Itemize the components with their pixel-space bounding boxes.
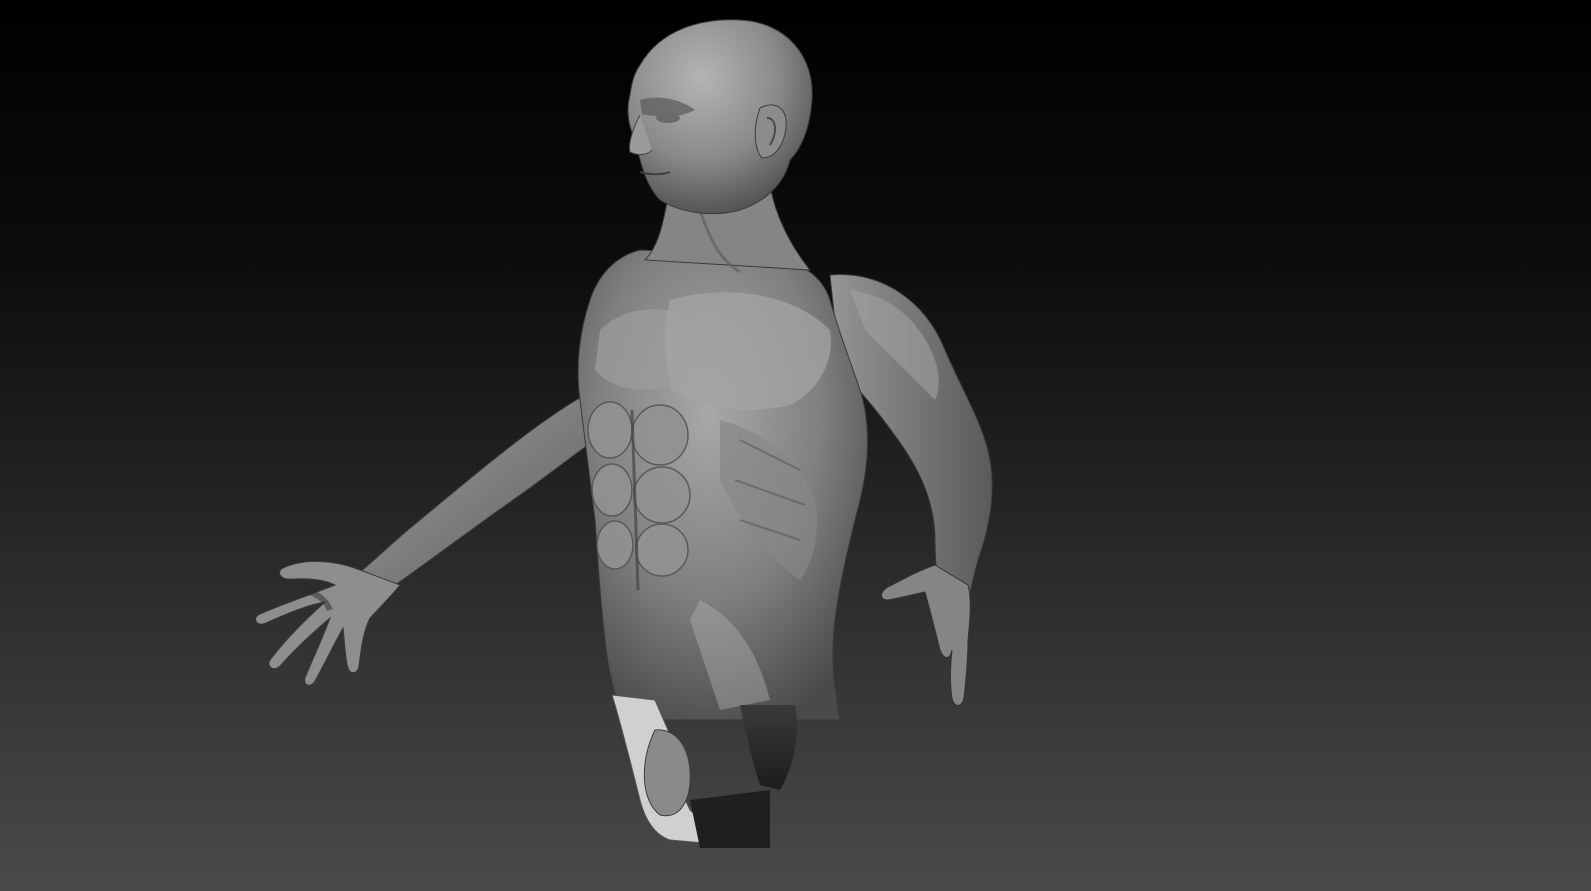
- torso: [577, 249, 868, 721]
- right-hand: [881, 564, 971, 706]
- left-arm: [358, 394, 596, 586]
- sculpt-model[interactable]: [0, 0, 1591, 891]
- abdominals: [587, 401, 691, 577]
- 3d-viewport[interactable]: [0, 0, 1591, 891]
- left-hand: [255, 561, 401, 686]
